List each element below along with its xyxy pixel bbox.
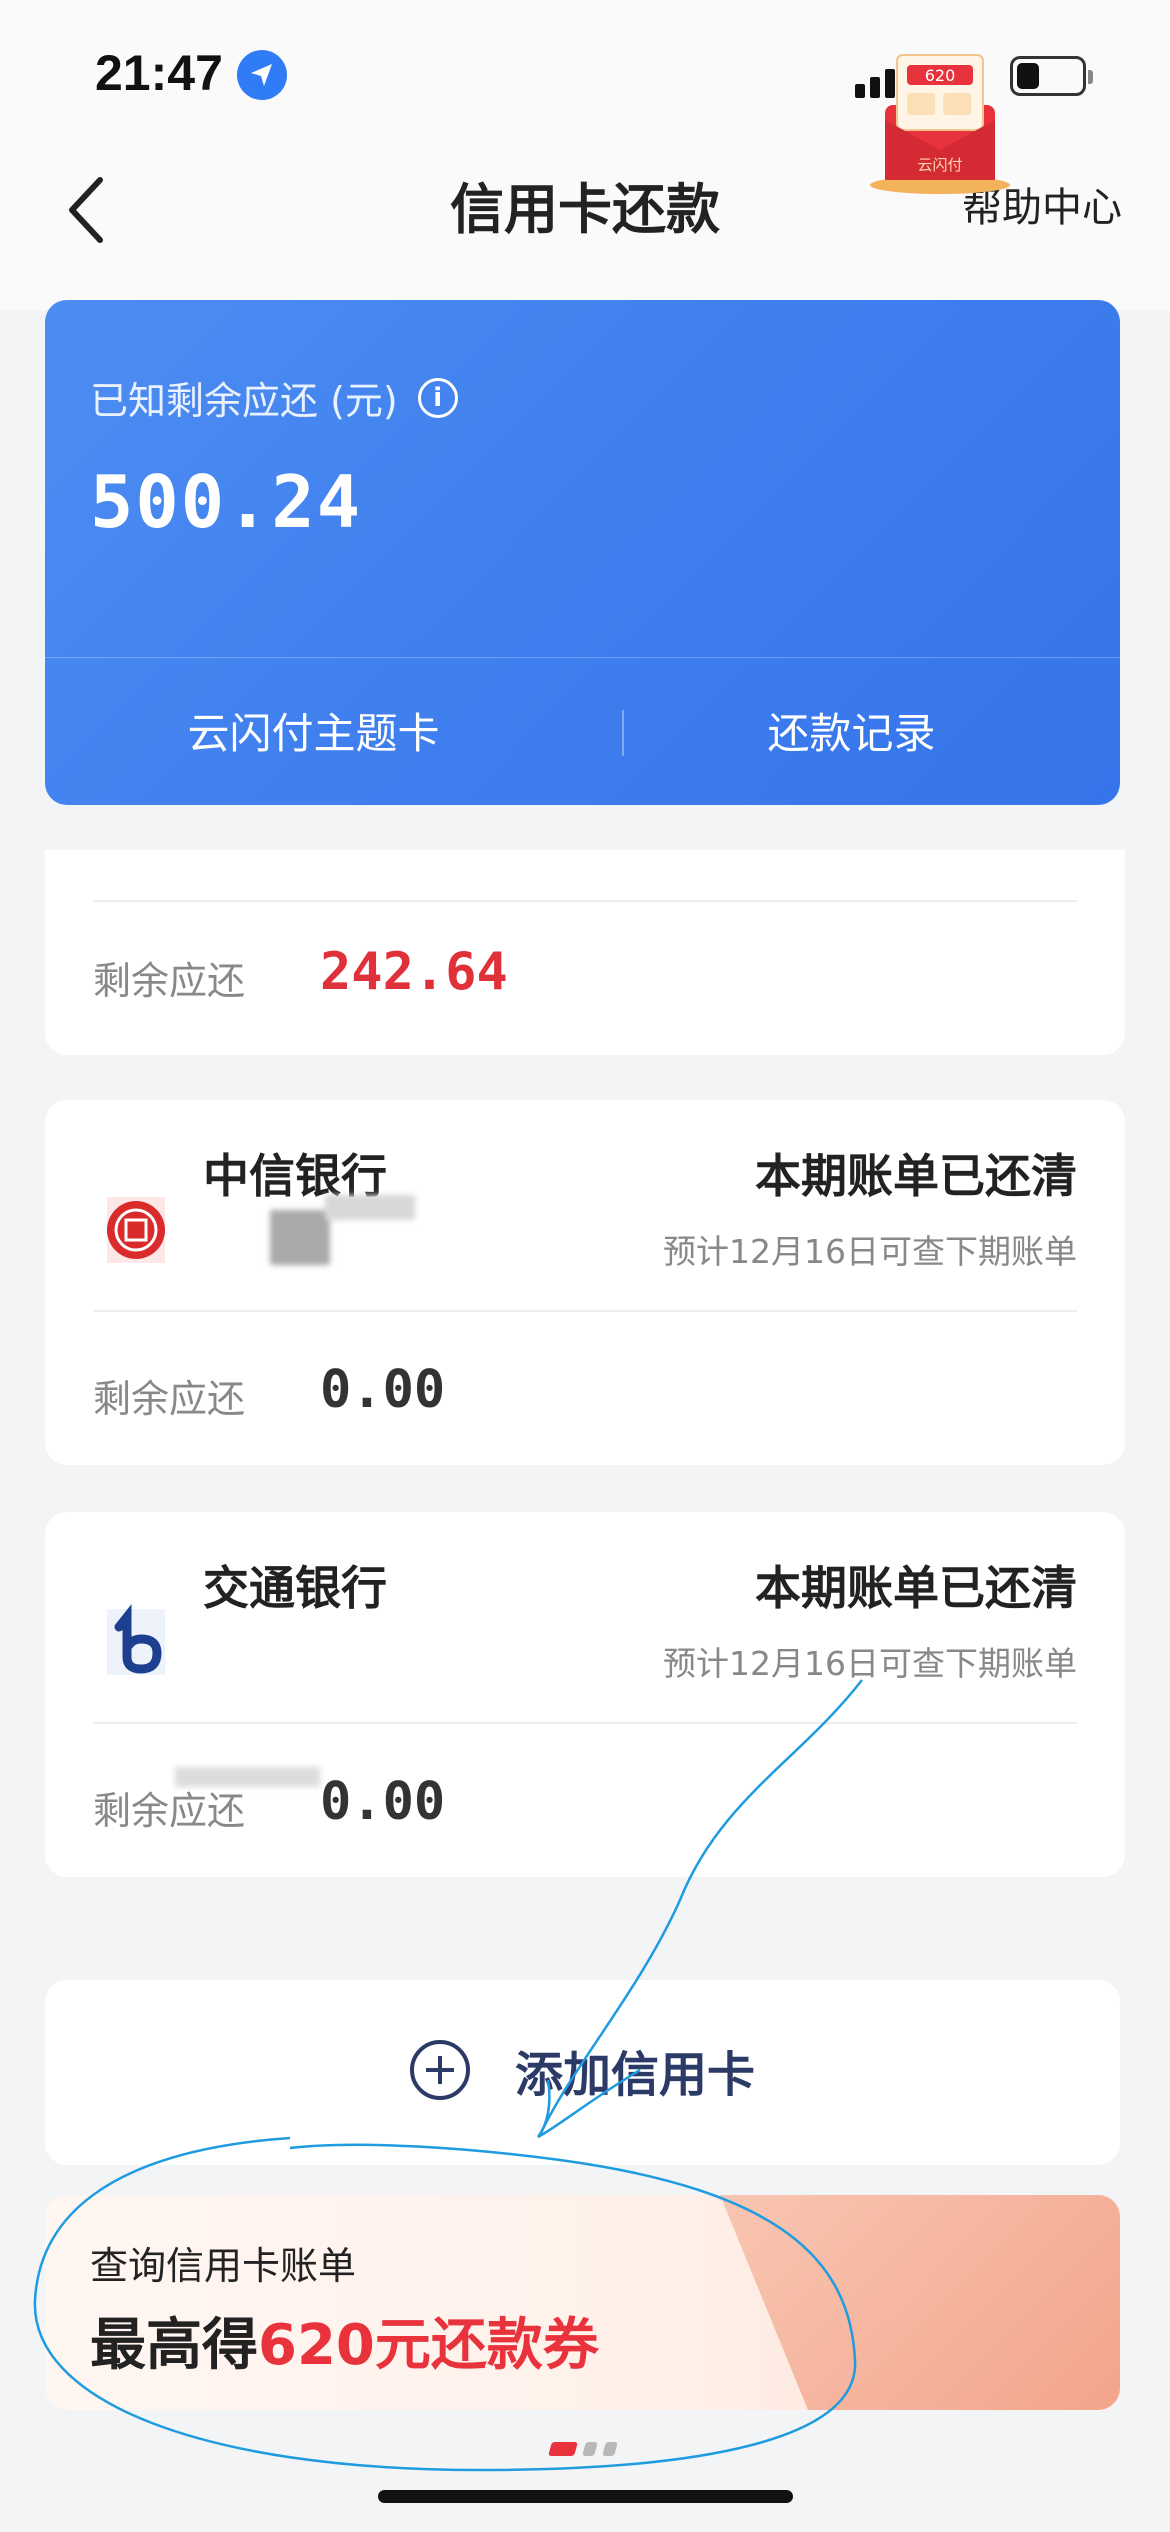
coupon-gift-box-icon: 620 云闪付 xyxy=(870,54,1010,194)
promo-headline-highlight: 620元还款券 xyxy=(258,2313,599,2378)
summary-label: 已知剩余应还 (元) xyxy=(90,379,398,423)
pager-dot xyxy=(582,2442,598,2456)
add-card-label: 添加信用卡 xyxy=(514,2047,755,2103)
promo-banner[interactable]: 查询信用卡账单 最高得620元还款券 xyxy=(45,2195,1120,2410)
promo-subtitle: 查询信用卡账单 xyxy=(90,2244,357,2288)
bill-status: 本期账单已还清 xyxy=(755,1561,1077,1615)
bank-card-partial[interactable]: 剩余应还 242.64 xyxy=(45,850,1125,1055)
summary-card: 已知剩余应还 (元) i 500.24 云闪付主题卡 还款记录 xyxy=(45,300,1120,805)
masked-card-number xyxy=(270,1210,330,1265)
location-arrow-icon xyxy=(237,50,287,100)
add-credit-card-button[interactable]: 添加信用卡 xyxy=(45,1980,1120,2165)
battery-icon xyxy=(1010,56,1093,96)
home-indicator xyxy=(378,2490,793,2503)
next-bill-note: 预计12月16日可查下期账单 xyxy=(663,1232,1077,1271)
add-card-content: 添加信用卡 xyxy=(45,2035,1120,2105)
repayment-history-button[interactable]: 还款记录 xyxy=(583,700,1120,761)
remaining-amount: 0.00 xyxy=(320,1772,446,1832)
bank-card-citic[interactable]: 中信银行 本期账单已还清 预计12月16日可查下期账单 剩余应还 0.00 xyxy=(45,1100,1125,1465)
next-bill-note: 预计12月16日可查下期账单 xyxy=(663,1644,1077,1683)
promo-headline: 最高得620元还款券 xyxy=(90,2300,599,2381)
bocom-bank-logo-icon xyxy=(97,1597,187,1687)
remaining-amount: 242.64 xyxy=(320,942,508,1002)
promo-headline-prefix: 最高得 xyxy=(90,2313,258,2378)
card-divider xyxy=(93,900,1077,902)
summary-label-row: 已知剩余应还 (元) i xyxy=(90,370,458,425)
summary-amount: 500.24 xyxy=(90,460,363,544)
gift-badge-text: 620 xyxy=(925,66,956,85)
summary-divider xyxy=(45,657,1120,658)
remaining-label: 剩余应还 xyxy=(93,959,246,1003)
gift-brand-text: 云闪付 xyxy=(917,156,962,174)
promo-art-background xyxy=(720,2195,1120,2410)
citic-bank-logo-icon xyxy=(97,1185,187,1275)
remaining-amount: 0.00 xyxy=(320,1360,446,1420)
pager-dot xyxy=(602,2442,618,2456)
bank-card-bocom[interactable]: 交通银行 本期账单已还清 预计12月16日可查下期账单 剩余应还 0.00 xyxy=(45,1512,1125,1877)
plus-circle-icon xyxy=(409,2040,470,2100)
pager-dot-active xyxy=(548,2442,578,2456)
remaining-label: 剩余应还 xyxy=(93,1789,246,1833)
card-divider xyxy=(93,1310,1077,1312)
bill-status: 本期账单已还清 xyxy=(755,1149,1077,1203)
status-time: 21:47 xyxy=(95,45,223,101)
theme-card-button[interactable]: 云闪付主题卡 xyxy=(45,700,582,761)
masked-card-number-2 xyxy=(325,1195,415,1220)
remaining-label: 剩余应还 xyxy=(93,1377,246,1421)
info-icon[interactable]: i xyxy=(417,377,458,418)
banner-pager xyxy=(548,2442,618,2456)
battery-level xyxy=(1017,63,1039,89)
bank-name: 交通银行 xyxy=(203,1561,387,1615)
card-divider xyxy=(93,1722,1077,1724)
